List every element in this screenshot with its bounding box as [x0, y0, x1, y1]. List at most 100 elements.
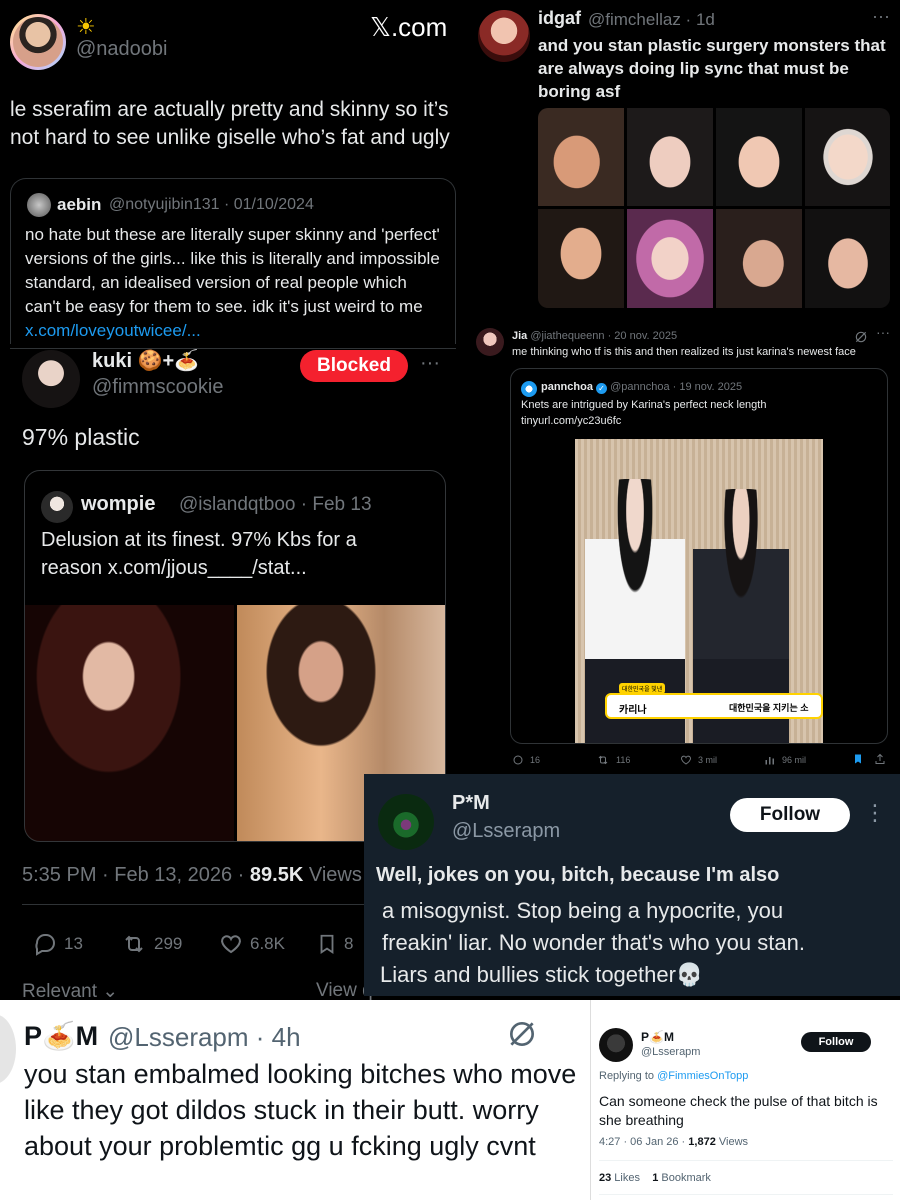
reply-icon	[35, 934, 55, 956]
views-stat[interactable]: 96 mil	[764, 754, 806, 766]
bookmark-button[interactable]: 8	[316, 932, 353, 956]
bookmark-icon	[320, 934, 334, 954]
divider	[10, 348, 456, 349]
avatar	[521, 381, 537, 397]
quoted-photo[interactable]: 대한민국을 빛낸 카리나 대한민국을 지키는 소	[575, 439, 823, 743]
quoted-tweet[interactable]: aebin @notyujibin131 · 01/10/2024 no hat…	[10, 178, 456, 346]
like-button[interactable]: 6.8K	[218, 932, 285, 956]
tweet-meta: 5:35 PM · Feb 13, 2026 · 89.5K Views	[22, 864, 362, 886]
quoted-author-name: aebin	[57, 195, 102, 214]
grok-icon[interactable]	[854, 330, 868, 344]
chevron-down-icon: ⌄	[97, 981, 119, 1000]
grid-photo	[627, 209, 713, 308]
grid-photo	[805, 108, 890, 206]
tweet-text-line2: a misogynist. Stop being a hypocrite, yo…	[382, 898, 784, 923]
more-options-icon[interactable]: ···	[872, 6, 890, 27]
tweet-text: you stan embalmed looking bitches who mo…	[24, 1059, 577, 1161]
verified-badge-icon: ✓	[596, 383, 608, 394]
avatar	[27, 193, 51, 217]
tweet-panel-jia: Jia @jiathequeenn · 20 nov. 2025 ··· me …	[470, 318, 900, 774]
avatar[interactable]	[476, 328, 504, 356]
avatar[interactable]	[22, 350, 80, 408]
avatar[interactable]	[478, 10, 530, 62]
author-name[interactable]: P🍝M	[641, 1030, 674, 1044]
more-options-icon[interactable]: ···	[420, 352, 440, 375]
tweet-text-line4: Liars and bullies stick together💀	[380, 962, 704, 987]
author-name[interactable]: idgaf	[538, 8, 581, 29]
author-name[interactable]: kuki 🍪+🍝	[92, 348, 199, 373]
avatar	[41, 491, 73, 523]
quoted-author-name: wompie	[81, 493, 156, 515]
avatar[interactable]	[0, 1014, 16, 1084]
engagement-summary: 23 Likes 1 Bookmark	[599, 1172, 711, 1184]
follow-button[interactable]: Follow	[730, 798, 850, 832]
quoted-text: Knets are intrigued by Karina's perfect …	[521, 399, 767, 411]
tweet-panel-pm-small: P🍝M @Lsserapm Follow Replying to @Fimmie…	[590, 1000, 900, 1200]
tweet-panel-pm-dim: P*M @Lsserapm Follow ⋮ Well, jokes on yo…	[364, 774, 900, 996]
tweet-text: and you stan plastic surgery monsters th…	[538, 36, 886, 101]
tweet-text: Can someone check the pulse of that bitc…	[599, 1093, 878, 1128]
quoted-handle-date: @islandqtboo · Feb 13	[179, 494, 372, 515]
photo-grid[interactable]	[538, 108, 890, 308]
more-options-icon[interactable]: ···	[876, 324, 890, 340]
quoted-handle-date: @notyujibin131 · 01/10/2024	[109, 196, 314, 213]
avatar[interactable]	[599, 1028, 633, 1062]
repost-button[interactable]: 299	[120, 932, 182, 956]
handle-time: @Lsserapm · 4h	[108, 1022, 301, 1052]
quoted-tweet[interactable]: pannchoa ✓ @pannchoa · 19 nov. 2025 Knet…	[510, 368, 888, 744]
x-com-watermark: 𝕏.com	[370, 12, 448, 42]
user-handle: @Lsserapm	[452, 820, 561, 842]
quoted-link[interactable]: tinyurl.com/yc23u6fc	[521, 415, 621, 427]
bookmark-filled-icon[interactable]	[852, 752, 864, 766]
tweet-text: le sserafim are actually pretty and skin…	[10, 98, 450, 149]
replying-to-link[interactable]: @FimmiesOnTopp	[657, 1070, 748, 1082]
more-options-icon[interactable]: ⋮	[864, 800, 886, 826]
user-handle[interactable]: @nadoobi	[76, 38, 167, 61]
tweet-text: me thinking who tf is this and then real…	[512, 346, 856, 358]
tweet-text-line3: freakin' liar. No wonder that's who you …	[382, 930, 805, 955]
reply-button[interactable]: 13	[32, 932, 83, 956]
user-handle: @fimmscookie	[92, 376, 224, 398]
grid-photo	[538, 108, 624, 206]
quoted-handle-date: @pannchoa · 19 nov. 2025	[610, 381, 743, 393]
tweet-panel-nadoobi: ☀ @nadoobi 𝕏.com le sserafim are actuall…	[0, 0, 470, 350]
handle-date: @jiathequeenn · 20 nov. 2025	[530, 330, 678, 342]
grid-photo	[538, 209, 624, 308]
share-icon[interactable]	[874, 752, 886, 766]
quoted-text: no hate but these are literally super sk…	[25, 225, 440, 340]
grid-photo	[716, 209, 802, 308]
tweet-panel-pm-light: P🍝M @Lsserapm · 4h you stan embalmed loo…	[0, 1000, 590, 1200]
quoted-link[interactable]: x.com/loveyoutwicee/...	[25, 321, 201, 340]
avatar[interactable]	[378, 794, 434, 850]
heart-icon	[681, 755, 691, 765]
like-button[interactable]: 3 mil	[680, 754, 717, 766]
quoted-text-line2: reason x.com/jjous____/stat...	[41, 557, 307, 579]
tweet-text: 97% plastic	[22, 424, 140, 450]
reply-button[interactable]: 16	[512, 754, 540, 766]
author-name[interactable]: P🍝M	[24, 1020, 98, 1052]
caption-right: 대한민국을 지키는 소	[729, 703, 809, 713]
relevant-sort-dropdown[interactable]: Relevant ⌄	[22, 980, 118, 1000]
caption-bar: 대한민국을 빛낸 카리나 대한민국을 지키는 소	[605, 683, 823, 719]
grid-photo	[805, 209, 890, 308]
caption-small: 대한민국을 빛낸	[619, 683, 666, 694]
tweet-meta: 4:27 · 06 Jan 26 · 1,872 Views	[599, 1136, 749, 1148]
quoted-photo-left[interactable]	[25, 605, 234, 841]
bookmarks-count[interactable]: 1 Bookmark	[652, 1172, 711, 1184]
likes-count[interactable]: 23 Likes	[599, 1172, 640, 1184]
repost-button[interactable]: 116	[596, 754, 630, 766]
replying-to: Replying to @FimmiesOnTopp	[599, 1070, 749, 1082]
handle-time: @fimchellaz · 1d	[588, 10, 715, 29]
reply-icon	[513, 755, 523, 765]
follow-button[interactable]: Follow	[801, 1032, 871, 1052]
sun-emoji: ☀	[76, 14, 96, 39]
tweet-panel-idgaf: idgaf @fimchellaz · 1d ··· and you stan …	[470, 0, 900, 318]
grid-photo	[716, 108, 802, 206]
divider	[599, 1194, 893, 1195]
blocked-button[interactable]: Blocked	[300, 350, 408, 382]
avatar[interactable]	[10, 14, 66, 70]
heart-icon	[221, 935, 241, 954]
grok-icon[interactable]	[506, 1018, 538, 1050]
tweet-text-line1: Well, jokes on you, bitch, because I'm a…	[376, 864, 780, 886]
author-name[interactable]: P*M	[452, 792, 490, 815]
